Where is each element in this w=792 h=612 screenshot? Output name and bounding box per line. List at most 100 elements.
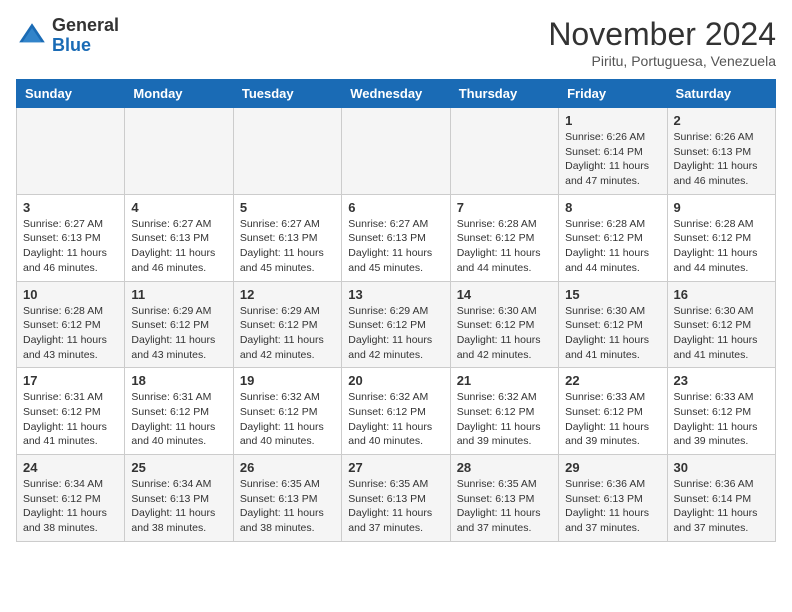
- day-cell-0-0: [17, 108, 125, 195]
- day-info: Sunrise: 6:27 AM Sunset: 6:13 PM Dayligh…: [23, 217, 118, 276]
- day-info: Sunrise: 6:28 AM Sunset: 6:12 PM Dayligh…: [674, 217, 769, 276]
- day-number: 27: [348, 460, 443, 475]
- day-info: Sunrise: 6:35 AM Sunset: 6:13 PM Dayligh…: [348, 477, 443, 536]
- weekday-header-row: Sunday Monday Tuesday Wednesday Thursday…: [17, 80, 776, 108]
- day-info: Sunrise: 6:30 AM Sunset: 6:12 PM Dayligh…: [457, 304, 552, 363]
- day-cell-1-2: 5 Sunrise: 6:27 AM Sunset: 6:13 PM Daylig…: [233, 194, 341, 281]
- week-row-2: 10Sunrise: 6:28 AM Sunset: 6:12 PM Dayli…: [17, 281, 776, 368]
- col-tuesday: Tuesday: [233, 80, 341, 108]
- day-cell-0-1: [125, 108, 233, 195]
- day-number: 29: [565, 460, 660, 475]
- day-info: Sunrise: 6:31 AM Sunset: 6:12 PM Dayligh…: [131, 390, 226, 449]
- day-info: Sunrise: 6:27 AM Sunset: 6:13 PM Dayligh…: [240, 217, 335, 276]
- day-info: Sunrise: 6:29 AM Sunset: 6:12 PM Dayligh…: [240, 304, 335, 363]
- day-info: Sunrise: 6:34 AM Sunset: 6:13 PM Dayligh…: [131, 477, 226, 536]
- day-number: 20: [348, 373, 443, 388]
- col-friday: Friday: [559, 80, 667, 108]
- day-number: 5: [240, 200, 335, 215]
- day-info: Sunrise: 6:33 AM Sunset: 6:12 PM Dayligh…: [674, 390, 769, 449]
- day-number: 2: [674, 113, 769, 128]
- day-number: 12: [240, 287, 335, 302]
- day-info: Sunrise: 6:30 AM Sunset: 6:12 PM Dayligh…: [565, 304, 660, 363]
- col-thursday: Thursday: [450, 80, 558, 108]
- day-cell-2-4: 14 Sunrise: 6:30 AM Sunset: 6:12 PM Dayli…: [450, 281, 558, 368]
- day-cell-4-2: 26 Sunrise: 6:35 AM Sunset: 6:13 PM Dayli…: [233, 455, 341, 542]
- day-number: 13: [348, 287, 443, 302]
- logo-icon: [16, 20, 48, 52]
- logo-blue: Blue: [52, 35, 91, 55]
- day-number: 24: [23, 460, 118, 475]
- day-cell-2-5: 15Sunrise: 6:30 AM Sunset: 6:12 PM Dayli…: [559, 281, 667, 368]
- day-number: 21: [457, 373, 552, 388]
- day-cell-3-6: 23 Sunrise: 6:33 AM Sunset: 6:12 PM Dayli…: [667, 368, 775, 455]
- day-info: Sunrise: 6:32 AM Sunset: 6:12 PM Dayligh…: [457, 390, 552, 449]
- day-number: 14: [457, 287, 552, 302]
- day-number: 18: [131, 373, 226, 388]
- month-title: November 2024: [548, 16, 776, 53]
- day-cell-0-4: [450, 108, 558, 195]
- week-row-3: 17Sunrise: 6:31 AM Sunset: 6:12 PM Dayli…: [17, 368, 776, 455]
- day-info: Sunrise: 6:31 AM Sunset: 6:12 PM Dayligh…: [23, 390, 118, 449]
- day-cell-4-4: 28Sunrise: 6:35 AM Sunset: 6:13 PM Dayli…: [450, 455, 558, 542]
- calendar-header: Sunday Monday Tuesday Wednesday Thursday…: [17, 80, 776, 108]
- day-info: Sunrise: 6:28 AM Sunset: 6:12 PM Dayligh…: [565, 217, 660, 276]
- day-number: 23: [674, 373, 769, 388]
- logo-text: General Blue: [52, 16, 119, 56]
- day-number: 6: [348, 200, 443, 215]
- day-cell-3-4: 21 Sunrise: 6:32 AM Sunset: 6:12 PM Dayli…: [450, 368, 558, 455]
- week-row-0: 1 Sunrise: 6:26 AM Sunset: 6:14 PM Daylig…: [17, 108, 776, 195]
- day-cell-3-5: 22Sunrise: 6:33 AM Sunset: 6:12 PM Dayli…: [559, 368, 667, 455]
- day-info: Sunrise: 6:32 AM Sunset: 6:12 PM Dayligh…: [240, 390, 335, 449]
- day-info: Sunrise: 6:30 AM Sunset: 6:12 PM Dayligh…: [674, 304, 769, 363]
- col-wednesday: Wednesday: [342, 80, 450, 108]
- day-cell-2-1: 11 Sunrise: 6:29 AM Sunset: 6:12 PM Dayli…: [125, 281, 233, 368]
- day-cell-4-3: 27 Sunrise: 6:35 AM Sunset: 6:13 PM Dayli…: [342, 455, 450, 542]
- day-cell-0-6: 2 Sunrise: 6:26 AM Sunset: 6:13 PM Daylig…: [667, 108, 775, 195]
- day-number: 1: [565, 113, 660, 128]
- day-number: 3: [23, 200, 118, 215]
- day-number: 22: [565, 373, 660, 388]
- day-cell-3-0: 17Sunrise: 6:31 AM Sunset: 6:12 PM Dayli…: [17, 368, 125, 455]
- day-cell-4-1: 25 Sunrise: 6:34 AM Sunset: 6:13 PM Dayli…: [125, 455, 233, 542]
- day-number: 19: [240, 373, 335, 388]
- day-cell-1-6: 9 Sunrise: 6:28 AM Sunset: 6:12 PM Daylig…: [667, 194, 775, 281]
- day-info: Sunrise: 6:35 AM Sunset: 6:13 PM Dayligh…: [457, 477, 552, 536]
- day-number: 9: [674, 200, 769, 215]
- day-cell-4-5: 29 Sunrise: 6:36 AM Sunset: 6:13 PM Dayli…: [559, 455, 667, 542]
- day-info: Sunrise: 6:34 AM Sunset: 6:12 PM Dayligh…: [23, 477, 118, 536]
- title-block: November 2024 Piritu, Portuguesa, Venezu…: [548, 16, 776, 69]
- day-cell-0-5: 1 Sunrise: 6:26 AM Sunset: 6:14 PM Daylig…: [559, 108, 667, 195]
- col-saturday: Saturday: [667, 80, 775, 108]
- day-cell-2-2: 12 Sunrise: 6:29 AM Sunset: 6:12 PM Dayli…: [233, 281, 341, 368]
- day-cell-3-1: 18 Sunrise: 6:31 AM Sunset: 6:12 PM Dayli…: [125, 368, 233, 455]
- day-info: Sunrise: 6:26 AM Sunset: 6:14 PM Dayligh…: [565, 130, 660, 189]
- day-number: 8: [565, 200, 660, 215]
- day-number: 25: [131, 460, 226, 475]
- day-number: 26: [240, 460, 335, 475]
- day-cell-0-2: [233, 108, 341, 195]
- day-info: Sunrise: 6:26 AM Sunset: 6:13 PM Dayligh…: [674, 130, 769, 189]
- day-info: Sunrise: 6:27 AM Sunset: 6:13 PM Dayligh…: [131, 217, 226, 276]
- logo-general: General: [52, 15, 119, 35]
- day-number: 7: [457, 200, 552, 215]
- day-number: 30: [674, 460, 769, 475]
- day-cell-2-3: 13 Sunrise: 6:29 AM Sunset: 6:12 PM Dayli…: [342, 281, 450, 368]
- page-header: General Blue November 2024 Piritu, Portu…: [16, 16, 776, 69]
- day-info: Sunrise: 6:35 AM Sunset: 6:13 PM Dayligh…: [240, 477, 335, 536]
- day-cell-1-1: 4 Sunrise: 6:27 AM Sunset: 6:13 PM Daylig…: [125, 194, 233, 281]
- day-cell-1-4: 7Sunrise: 6:28 AM Sunset: 6:12 PM Daylig…: [450, 194, 558, 281]
- day-number: 4: [131, 200, 226, 215]
- col-monday: Monday: [125, 80, 233, 108]
- day-info: Sunrise: 6:29 AM Sunset: 6:12 PM Dayligh…: [131, 304, 226, 363]
- day-cell-4-0: 24 Sunrise: 6:34 AM Sunset: 6:12 PM Dayli…: [17, 455, 125, 542]
- day-cell-1-0: 3 Sunrise: 6:27 AM Sunset: 6:13 PM Daylig…: [17, 194, 125, 281]
- logo: General Blue: [16, 16, 119, 56]
- calendar-body: 1 Sunrise: 6:26 AM Sunset: 6:14 PM Daylig…: [17, 108, 776, 542]
- col-sunday: Sunday: [17, 80, 125, 108]
- day-info: Sunrise: 6:36 AM Sunset: 6:13 PM Dayligh…: [565, 477, 660, 536]
- day-number: 11: [131, 287, 226, 302]
- day-info: Sunrise: 6:29 AM Sunset: 6:12 PM Dayligh…: [348, 304, 443, 363]
- day-cell-0-3: [342, 108, 450, 195]
- day-cell-3-2: 19 Sunrise: 6:32 AM Sunset: 6:12 PM Dayli…: [233, 368, 341, 455]
- day-cell-4-6: 30Sunrise: 6:36 AM Sunset: 6:14 PM Dayli…: [667, 455, 775, 542]
